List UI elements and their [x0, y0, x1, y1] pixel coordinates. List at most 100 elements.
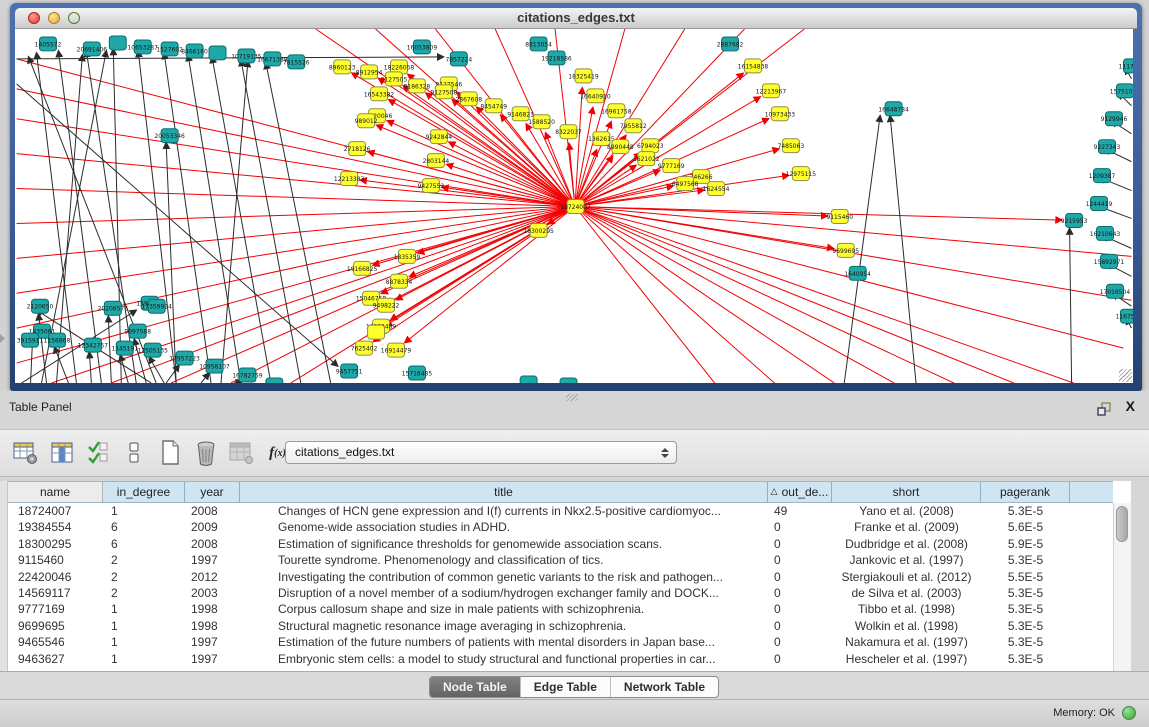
table-row[interactable]: 946554611997Estimation of the future num…: [8, 634, 1113, 650]
citation-edge-black[interactable]: [890, 116, 916, 383]
table-cell: 22420046: [8, 569, 103, 585]
table-row[interactable]: 969969511998Structural magnetic resonanc…: [8, 618, 1113, 634]
graph-node-label: 20206576: [98, 306, 129, 313]
graph-node-label: 7955812: [620, 123, 647, 130]
column-header-label: out_de...: [782, 485, 829, 499]
citation-edge-black[interactable]: [113, 49, 121, 383]
citation-edge-black[interactable]: [221, 61, 248, 383]
citation-edge-red[interactable]: [410, 206, 575, 276]
citation-edge-red[interactable]: [387, 121, 575, 207]
table-row[interactable]: 1830029562008Estimation of significance …: [8, 536, 1113, 552]
window-resize-grip-icon[interactable]: [1119, 369, 1132, 382]
graph-node-label: 9242844: [426, 134, 453, 141]
table-cell: 19384554: [8, 519, 103, 535]
citation-edge-black[interactable]: [17, 57, 444, 59]
citation-edge-red[interactable]: [569, 144, 575, 207]
column-header-year[interactable]: year: [185, 482, 240, 502]
graph-node-label: 8454749: [480, 103, 507, 110]
graph-node[interactable]: [209, 46, 226, 60]
import-table-icon[interactable]: [228, 439, 255, 467]
tab-node-table[interactable]: Node Table: [430, 677, 520, 697]
table-row[interactable]: 1938455462009Genome-wide association stu…: [8, 519, 1113, 535]
column-header-label: name: [40, 485, 70, 499]
table-row[interactable]: 2242004622012Investigating the contribut…: [8, 569, 1113, 585]
citation-edge-black[interactable]: [241, 60, 301, 383]
network-canvas[interactable]: 1405572206914061065328715276028466160107…: [15, 29, 1133, 383]
table-body: 1872400712008Changes of HCN gene express…: [8, 503, 1113, 667]
graph-node[interactable]: [109, 36, 126, 50]
table-cell: Disruption of a novel member of a sodium…: [240, 585, 768, 601]
table-cell: 0: [768, 651, 832, 667]
scrollbar-thumb[interactable]: [1116, 506, 1128, 542]
table-cell: Tibbo et al. (1998): [832, 601, 981, 617]
citation-edge-red[interactable]: [17, 154, 575, 207]
graph-node-label: 18300295: [523, 228, 554, 235]
row-height-icon[interactable]: [120, 439, 147, 467]
table-row[interactable]: 1456911722003Disruption of a novel membe…: [8, 585, 1113, 601]
graph-node-label: 1145191: [111, 346, 138, 353]
graph-node[interactable]: [520, 376, 537, 383]
table-row[interactable]: 1872400712008Changes of HCN gene express…: [8, 503, 1113, 519]
graph-node-label: 2867608: [456, 96, 483, 103]
column-visibility-icon[interactable]: [48, 439, 75, 467]
window-titlebar[interactable]: citations_edges.txt: [15, 8, 1137, 29]
node-table: name in_degreeyeartitle△out_de...shortpag…: [8, 481, 1131, 671]
column-header-in_degree[interactable]: in_degree: [103, 482, 185, 502]
new-table-icon[interactable]: [156, 439, 183, 467]
column-header-out_de...[interactable]: △out_de...: [768, 482, 832, 502]
graph-node-label: 18724007: [560, 204, 591, 211]
citation-edge-red[interactable]: [575, 206, 715, 383]
table-cell: Stergiakouli et al. (2012): [832, 569, 981, 585]
network-svg[interactable]: 1405572206914061065328715276028466160107…: [15, 29, 1133, 383]
close-panel-icon[interactable]: X: [1126, 398, 1135, 414]
table-row[interactable]: 911546021997Tourette syndrome. Phenomeno…: [8, 552, 1113, 568]
table-cell: 5.3E-5: [981, 601, 1070, 617]
graph-node-label: 1362615: [588, 136, 615, 143]
citation-edge-red[interactable]: [405, 206, 575, 342]
table-selector-dropdown[interactable]: citations_edges.txt: [285, 441, 677, 464]
graph-node-label: 1527602: [156, 46, 183, 53]
citation-edge-black[interactable]: [266, 63, 331, 383]
citation-edge-black[interactable]: [212, 57, 271, 383]
citation-edge-red[interactable]: [17, 189, 575, 207]
citation-edge-black[interactable]: [58, 51, 101, 383]
citation-edge-black[interactable]: [89, 352, 91, 383]
float-panel-icon[interactable]: [1097, 402, 1112, 416]
delete-table-icon[interactable]: [192, 439, 219, 467]
table-row[interactable]: 946362711997Embryonic stem cells: a mode…: [8, 651, 1113, 667]
table-cell: 14569117: [8, 585, 103, 601]
tab-edge-table[interactable]: Edge Table: [520, 677, 610, 697]
citation-edge-black[interactable]: [201, 373, 209, 383]
table-cell: 6: [103, 519, 185, 535]
column-header-title[interactable]: title: [240, 482, 768, 502]
citation-edge-black[interactable]: [17, 84, 338, 366]
status-bar: Memory: OK: [0, 699, 1149, 727]
column-header-name[interactable]: name: [8, 482, 103, 502]
table-cell: Wolkin et al. (1998): [832, 618, 981, 634]
citation-edge-red[interactable]: [575, 206, 1074, 383]
graph-node-label: 17016504: [1100, 289, 1131, 296]
table-toolbar: f(x) citations_edges.txt: [0, 429, 1149, 477]
graph-node[interactable]: [560, 378, 577, 383]
table-cell: 1: [103, 634, 185, 650]
table-cell: 2009: [185, 519, 240, 535]
table-vertical-scrollbar[interactable]: [1113, 503, 1131, 671]
graph-node-label: 8960123: [329, 64, 356, 71]
column-header-filler[interactable]: [1070, 482, 1113, 502]
tab-network-table[interactable]: Network Table: [610, 677, 718, 697]
hidden-panel-handle-icon[interactable]: [0, 334, 5, 343]
table-settings-icon[interactable]: [12, 439, 39, 467]
table-row[interactable]: 977716911998Corpus callosum shape and si…: [8, 601, 1113, 617]
panel-splitter-handle[interactable]: [566, 394, 578, 401]
column-header-pagerank[interactable]: pagerank: [981, 482, 1070, 502]
citation-edge-red[interactable]: [575, 206, 1014, 383]
select-all-columns-icon[interactable]: [84, 439, 111, 467]
table-cell: 2008: [185, 536, 240, 552]
citation-edge-red[interactable]: [575, 206, 954, 383]
table-cell: Genome-wide association studies in ADHD.: [240, 519, 768, 535]
column-header-short[interactable]: short: [832, 482, 981, 502]
table-cell: 1997: [185, 651, 240, 667]
citation-edge-black[interactable]: [1070, 228, 1072, 383]
graph-node[interactable]: [368, 325, 385, 339]
citation-edge-red[interactable]: [575, 206, 774, 383]
